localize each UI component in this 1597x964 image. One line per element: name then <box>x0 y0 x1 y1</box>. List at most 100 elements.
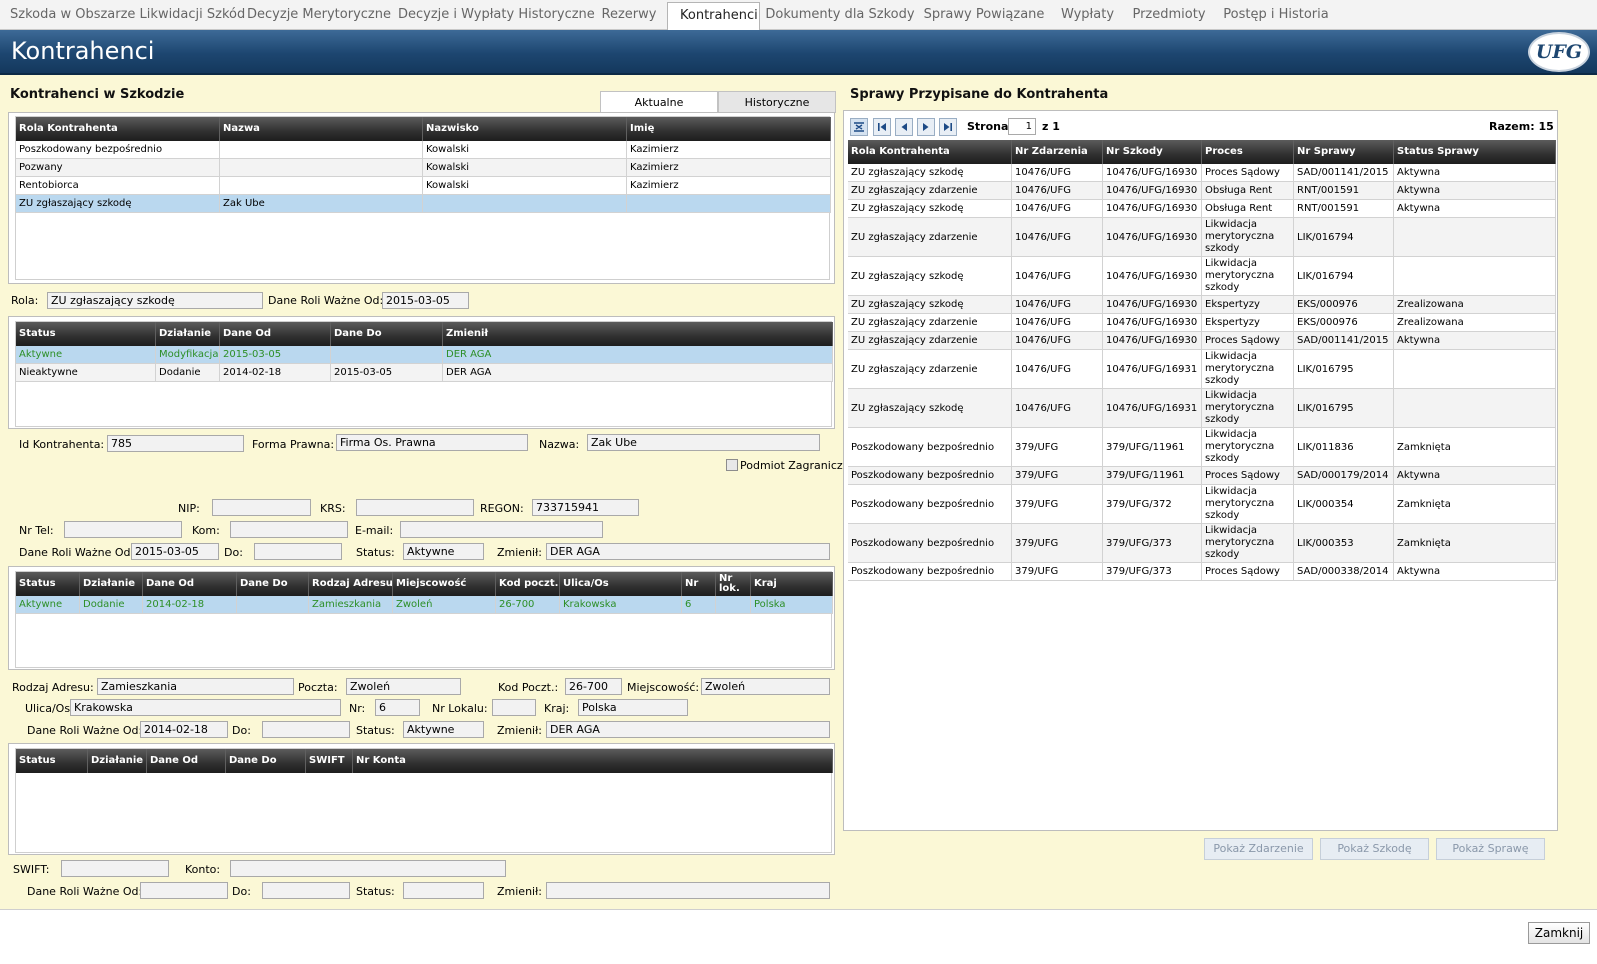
column-header[interactable]: Dane Do <box>331 322 443 346</box>
column-header[interactable]: Nr Szkody <box>1103 140 1202 164</box>
table-row[interactable]: Poszkodowany bezpośrednio 379/UFG 379/UFG/… <box>848 524 1556 563</box>
nr-field[interactable]: 6 <box>375 699 420 716</box>
last-page-button[interactable] <box>939 118 957 136</box>
id-kontrahenta-field[interactable]: 785 <box>107 435 244 452</box>
table-row[interactable]: ZU zgłaszający szkodę 10476/UFG 10476/UFG/… <box>848 200 1556 218</box>
column-header[interactable]: Status <box>16 749 88 773</box>
table-row[interactable]: Poszkodowany bezpośrednio 379/UFG 379/UFG/… <box>848 428 1556 467</box>
adres-wazne-field[interactable]: 2014-02-18 <box>140 721 228 738</box>
table-row[interactable]: Poszkodowany bezpośrednio 379/UFG 379/UFG/… <box>848 485 1556 524</box>
tab-postep-historia[interactable]: Postęp i Historia <box>1218 0 1334 30</box>
poczta-field[interactable]: Zwoleń <box>346 678 461 695</box>
adres-status-field[interactable]: Aktywne <box>403 721 484 738</box>
column-header[interactable]: Nr Konta <box>353 749 833 773</box>
pokaz-zdarzenie-button[interactable]: Pokaż Zdarzenie <box>1204 838 1313 860</box>
subtab-historyczne[interactable]: Historyczne <box>718 91 836 113</box>
regon-field[interactable]: 733715941 <box>532 499 639 516</box>
rola-field[interactable]: ZU zgłaszający szkodę <box>47 292 263 309</box>
status-field[interactable]: Aktywne <box>403 543 484 560</box>
table-row[interactable]: ZU zgłaszający szkodę 10476/UFG 10476/UFG/… <box>848 389 1556 428</box>
column-header[interactable]: Proces <box>1202 140 1294 164</box>
table-row[interactable]: Rentobiorca Kowalski Kazimierz <box>16 177 831 195</box>
konto-do-field[interactable] <box>262 882 350 899</box>
page-number-field[interactable]: 1 <box>1008 118 1036 135</box>
nr-lokalu-field[interactable] <box>492 699 536 716</box>
table-row[interactable]: Poszkodowany bezpośrednio 379/UFG 379/UFG/… <box>848 563 1556 581</box>
table-row[interactable]: ZU zgłaszający zdarzenie 10476/UFG 10476/U… <box>848 314 1556 332</box>
table-row[interactable]: ZU zgłaszający zdarzenie 10476/UFG 10476/U… <box>848 218 1556 257</box>
table-row[interactable]: Pozwany Kowalski Kazimierz <box>16 159 831 177</box>
table-row[interactable]: ZU zgłaszający zdarzenie 10476/UFG 10476/U… <box>848 182 1556 200</box>
nr-tel-field[interactable] <box>64 521 182 538</box>
column-header[interactable]: Dane Od <box>220 322 331 346</box>
previous-page-button[interactable] <box>895 118 913 136</box>
pokaz-sprawe-button[interactable]: Pokaż Sprawę <box>1436 838 1545 860</box>
kom-field[interactable] <box>230 521 348 538</box>
column-header[interactable]: Status <box>16 572 80 596</box>
column-header[interactable]: Działanie <box>156 322 220 346</box>
column-header[interactable]: Dane Do <box>237 572 309 596</box>
column-chooser-button[interactable] <box>850 118 868 136</box>
do-field[interactable] <box>254 543 342 560</box>
column-header[interactable]: Ulica/Os <box>560 572 682 596</box>
column-header[interactable]: Nazwisko <box>423 117 627 141</box>
rodzaj-adresu-field[interactable]: Zamieszkania <box>97 678 294 695</box>
column-header[interactable]: Status <box>16 322 156 346</box>
column-header[interactable]: Zmienił <box>443 322 833 346</box>
table-row-selected[interactable]: Aktywne Modyfikacja 2015-03-05 DER AGA <box>16 346 833 364</box>
column-header[interactable]: Rola Kontrahenta <box>16 117 220 141</box>
tab-decyzje-historyczne[interactable]: Decyzje i Wypłaty Historyczne <box>398 0 595 30</box>
kraj-field[interactable]: Polska <box>578 699 688 716</box>
column-header[interactable]: Dane Od <box>147 749 226 773</box>
column-header[interactable]: Rola Kontrahenta <box>848 140 1012 164</box>
adres-do-field[interactable] <box>262 721 350 738</box>
column-header[interactable]: Dane Od <box>143 572 237 596</box>
table-row[interactable]: Poszkodowany bezpośrednio 379/UFG 379/UFG/… <box>848 467 1556 485</box>
konto-zmienil-field[interactable] <box>546 882 830 899</box>
email-field[interactable] <box>400 521 603 538</box>
podmiot-zagraniczny-checkbox[interactable] <box>726 459 738 471</box>
column-header[interactable]: Miejscowość <box>393 572 496 596</box>
table-row[interactable]: Poszkodowany bezpośrednio Kowalski Kazim… <box>16 141 831 159</box>
column-header[interactable]: Status Sprawy <box>1394 140 1556 164</box>
swift-field[interactable] <box>61 860 169 877</box>
table-row[interactable]: ZU zgłaszający zdarzenie 10476/UFG 10476/U… <box>848 350 1556 389</box>
tab-rezerwy[interactable]: Rezerwy <box>596 0 662 30</box>
table-row[interactable]: ZU zgłaszający szkodę 10476/UFG 10476/UFG/… <box>848 296 1556 314</box>
column-header[interactable]: SWIFT <box>306 749 353 773</box>
miejscowosc-field[interactable]: Zwoleń <box>701 678 830 695</box>
table-row[interactable]: ZU zgłaszający zdarzenie 10476/UFG 10476/U… <box>848 332 1556 350</box>
zmienil-field[interactable]: DER AGA <box>546 543 830 560</box>
first-page-button[interactable] <box>873 118 891 136</box>
konto-field[interactable] <box>230 860 506 877</box>
table-row[interactable]: ZU zgłaszający szkodę 10476/UFG 10476/UFG/… <box>848 257 1556 296</box>
table-row[interactable]: ZU zgłaszający szkodę 10476/UFG 10476/UFG/… <box>848 164 1556 182</box>
column-header[interactable]: Nr Zdarzenia <box>1012 140 1103 164</box>
column-header[interactable]: Kraj <box>751 572 833 596</box>
column-header[interactable]: Nr <box>682 572 716 596</box>
nazwa-field[interactable]: Zak Ube <box>587 434 820 451</box>
table-row-selected[interactable]: ZU zgłaszający szkodę Zak Ube <box>16 195 831 213</box>
konto-wazne-field[interactable] <box>140 882 228 899</box>
adres-zmienil-field[interactable]: DER AGA <box>546 721 830 738</box>
next-page-button[interactable] <box>917 118 935 136</box>
tab-wyplaty[interactable]: Wypłaty <box>1055 0 1120 30</box>
column-header[interactable]: Kod poczt. <box>496 572 560 596</box>
table-row-selected[interactable]: Aktywne Dodanie 2014-02-18 Zamieszkania … <box>16 596 833 614</box>
tab-sprawy-powiazane[interactable]: Sprawy Powiązane <box>920 0 1048 30</box>
ulica-field[interactable]: Krakowska <box>70 699 341 716</box>
tab-kontrahenci[interactable]: Kontrahenci <box>667 2 760 31</box>
tab-szkoda[interactable]: Szkoda w Obszarze Likwidacji Szkód <box>10 0 245 30</box>
kod-pocztowy-field[interactable]: 26-700 <box>565 678 622 695</box>
column-header[interactable]: Rodzaj Adresu <box>309 572 393 596</box>
subtab-aktualne[interactable]: Aktualne <box>600 91 718 113</box>
column-header[interactable]: Imię <box>627 117 831 141</box>
tab-dokumenty[interactable]: Dokumenty dla Szkody <box>765 0 915 30</box>
column-header[interactable]: Działanie <box>80 572 143 596</box>
konto-status-field[interactable] <box>403 882 484 899</box>
nip-field[interactable] <box>212 499 311 516</box>
column-header[interactable]: Dane Do <box>226 749 306 773</box>
pokaz-szkode-button[interactable]: Pokaż Szkodę <box>1320 838 1429 860</box>
tab-przedmioty[interactable]: Przedmioty <box>1127 0 1211 30</box>
tab-decyzje-merytoryczne[interactable]: Decyzje Merytoryczne <box>245 0 393 30</box>
